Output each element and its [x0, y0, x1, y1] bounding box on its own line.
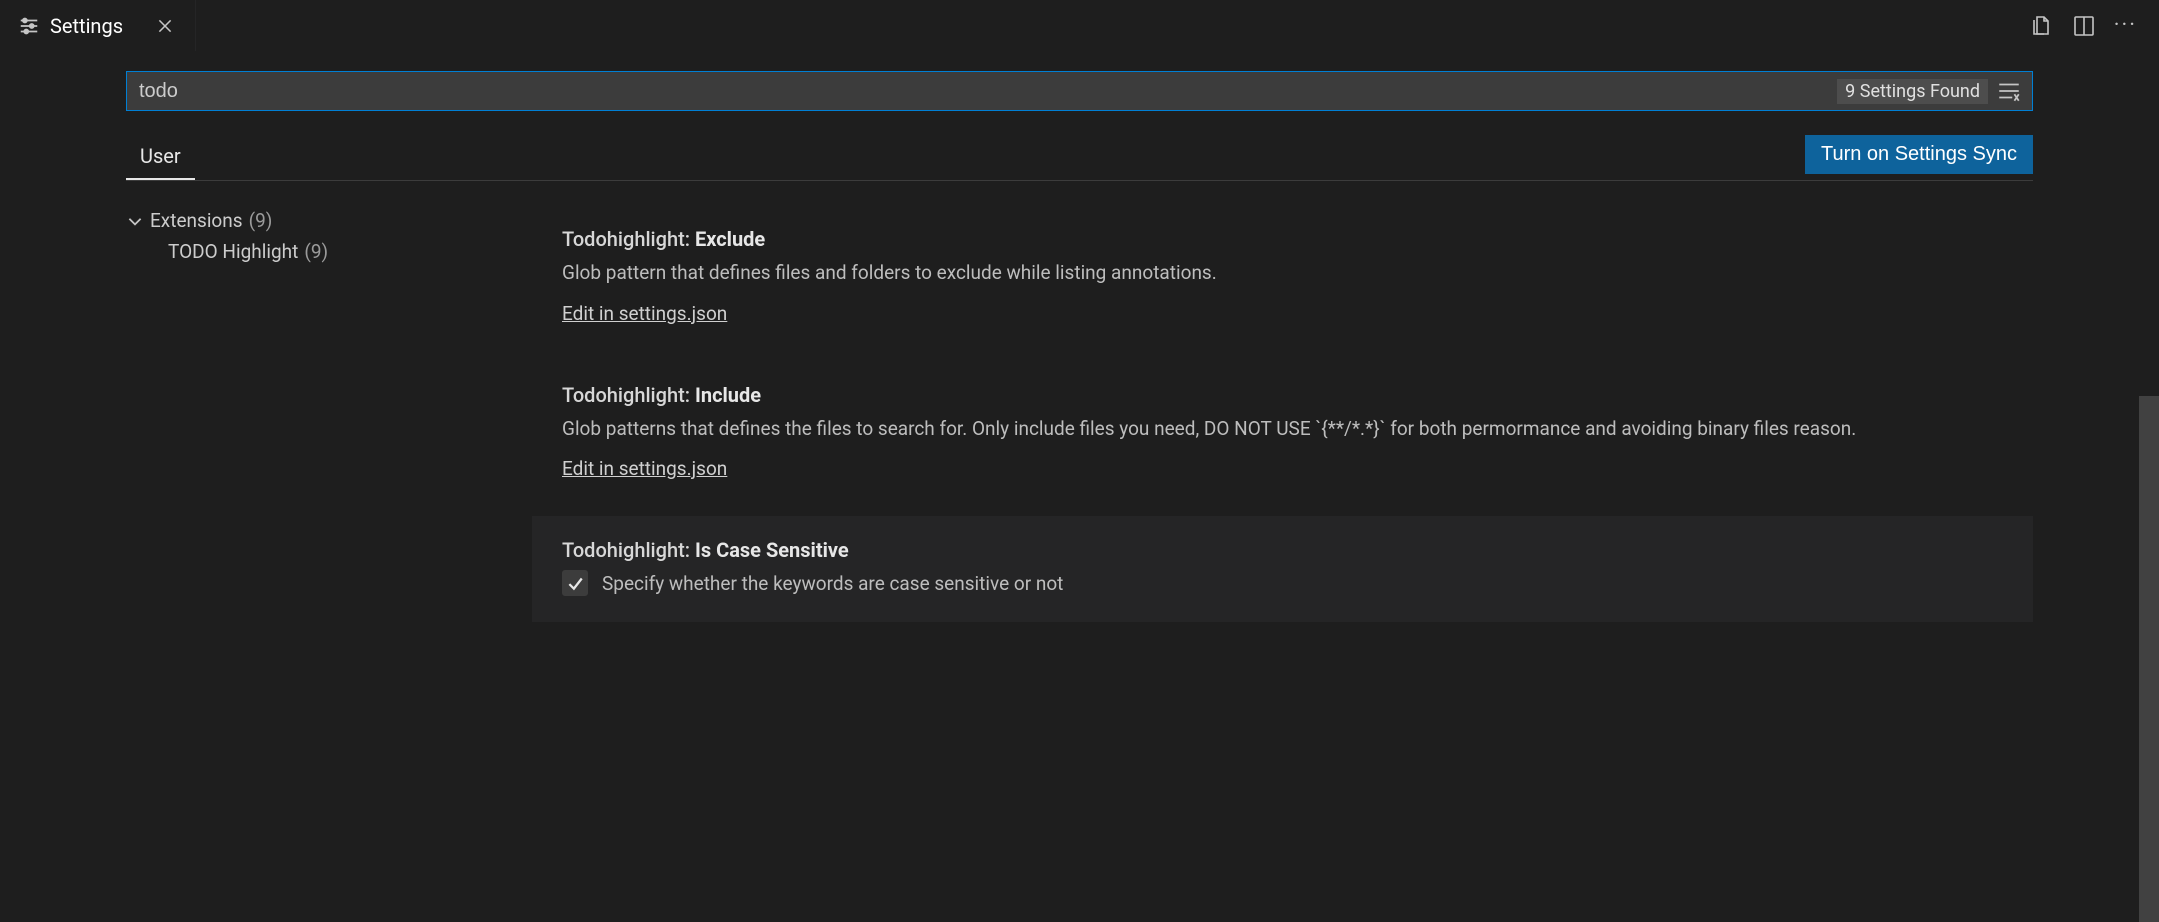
scope-tab-user[interactable]: User — [126, 136, 195, 180]
toc-extensions[interactable]: Extensions (9) — [126, 205, 520, 236]
edit-in-settings-json-link[interactable]: Edit in settings.json — [562, 457, 727, 480]
edit-in-settings-json-link[interactable]: Edit in settings.json — [562, 302, 727, 325]
settings-search-input[interactable] — [137, 74, 1837, 109]
settings-toc: Extensions (9) TODO Highlight (9) — [0, 205, 520, 632]
setting-todohighlight-exclude: Todohighlight: Exclude Glob pattern that… — [532, 205, 2033, 351]
settings-header: 9 Settings Found User Turn on Settings S… — [0, 51, 2159, 181]
toc-todo-highlight-label: TODO Highlight — [168, 240, 298, 263]
setting-todohighlight-is-case-sensitive: Todohighlight: Is Case Sensitive Specify… — [532, 516, 2033, 622]
settings-found-count: 9 Settings Found — [1837, 79, 1988, 104]
setting-title: Todohighlight: Include — [562, 383, 2003, 407]
setting-title: Todohighlight: Is Case Sensitive — [562, 538, 2003, 562]
setting-todohighlight-include: Todohighlight: Include Glob patterns tha… — [532, 361, 2033, 507]
filter-settings-icon[interactable] — [1996, 78, 2022, 104]
is-case-sensitive-checkbox[interactable] — [562, 570, 588, 596]
checkbox-label: Specify whether the keywords are case se… — [602, 572, 1063, 595]
tab-settings[interactable]: Settings — [0, 0, 196, 51]
settings-search: 9 Settings Found — [126, 71, 2033, 111]
more-actions-icon[interactable]: ··· — [2114, 13, 2137, 38]
settings-list: Todohighlight: Exclude Glob pattern that… — [520, 205, 2159, 632]
tab-title: Settings — [50, 14, 123, 38]
editor-tab-bar: Settings ··· — [0, 0, 2159, 51]
scrollbar[interactable] — [2139, 396, 2159, 922]
turn-on-settings-sync-button[interactable]: Turn on Settings Sync — [1805, 135, 2033, 174]
toc-todo-highlight-count: (9) — [304, 240, 328, 263]
chevron-down-icon — [126, 212, 144, 230]
open-changes-icon[interactable] — [2030, 14, 2054, 38]
split-editor-icon[interactable] — [2072, 14, 2096, 38]
toc-extensions-label: Extensions — [150, 209, 243, 232]
toc-todo-highlight[interactable]: TODO Highlight (9) — [126, 236, 520, 267]
settings-tab-icon — [18, 15, 40, 37]
toc-extensions-count: (9) — [249, 209, 273, 232]
settings-scope-tabs: User — [126, 136, 195, 180]
setting-description: Glob patterns that defines the files to … — [562, 415, 2003, 444]
tab-close-button[interactable] — [153, 14, 177, 38]
setting-title: Todohighlight: Exclude — [562, 227, 2003, 251]
setting-description: Glob pattern that defines files and fold… — [562, 259, 2003, 288]
